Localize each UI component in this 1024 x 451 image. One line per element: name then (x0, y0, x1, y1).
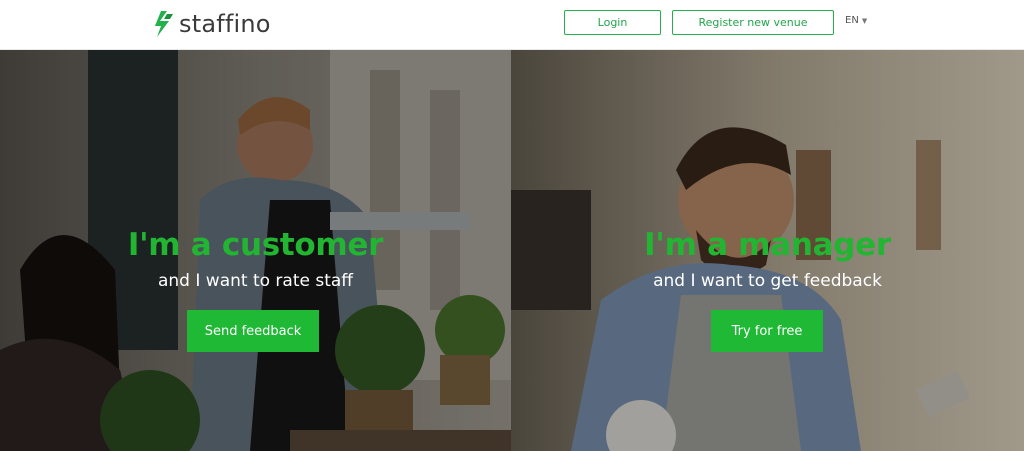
customer-title: I'm a customer (127, 227, 384, 263)
manager-panel: I'm a manager and I want to get feedback… (511, 50, 1024, 451)
customer-panel: I'm a customer and I want to rate staff … (0, 50, 511, 451)
caret-down-icon: ▼ (861, 16, 868, 25)
manager-subtitle: and I want to get feedback (653, 271, 882, 291)
customer-subtitle: and I want to rate staff (157, 271, 354, 291)
manager-title: I'm a manager (644, 227, 891, 263)
language-label: EN (845, 15, 859, 26)
logo[interactable]: staffino (153, 8, 271, 40)
register-venue-button[interactable]: Register new venue (672, 10, 834, 35)
top-navbar: staffino Login Register new venue EN ▼ (0, 0, 1024, 50)
try-for-free-button[interactable]: Try for free (711, 310, 823, 352)
language-selector[interactable]: EN ▼ (845, 15, 867, 26)
staffino-logo-icon (155, 11, 173, 37)
logo-text: staffino (179, 10, 271, 38)
send-feedback-button[interactable]: Send feedback (187, 310, 319, 352)
login-button[interactable]: Login (564, 10, 661, 35)
